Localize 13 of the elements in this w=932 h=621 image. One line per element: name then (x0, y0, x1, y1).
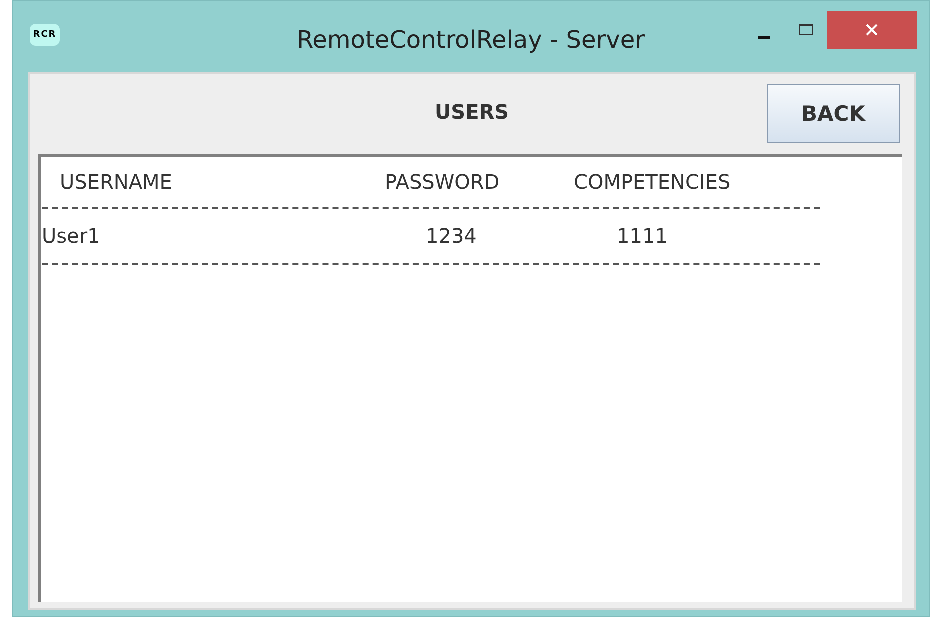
column-header: PASSWORD (385, 170, 501, 194)
window-title: RemoteControlRelay - Server (297, 26, 645, 54)
app-icon: RCR (30, 24, 60, 46)
table-cell-text: User1 (42, 224, 102, 248)
close-icon (864, 22, 880, 38)
column-header: USERNAME (60, 170, 174, 194)
table-cell: 1111 (617, 224, 668, 248)
maximize-icon (797, 22, 815, 38)
table-cell-text: 1234 (426, 224, 478, 248)
column-header: COMPETENCIES (574, 170, 731, 194)
minimize-icon (758, 36, 770, 38)
back-button[interactable]: BACK (767, 84, 900, 143)
panel-title: USERS (434, 100, 510, 124)
